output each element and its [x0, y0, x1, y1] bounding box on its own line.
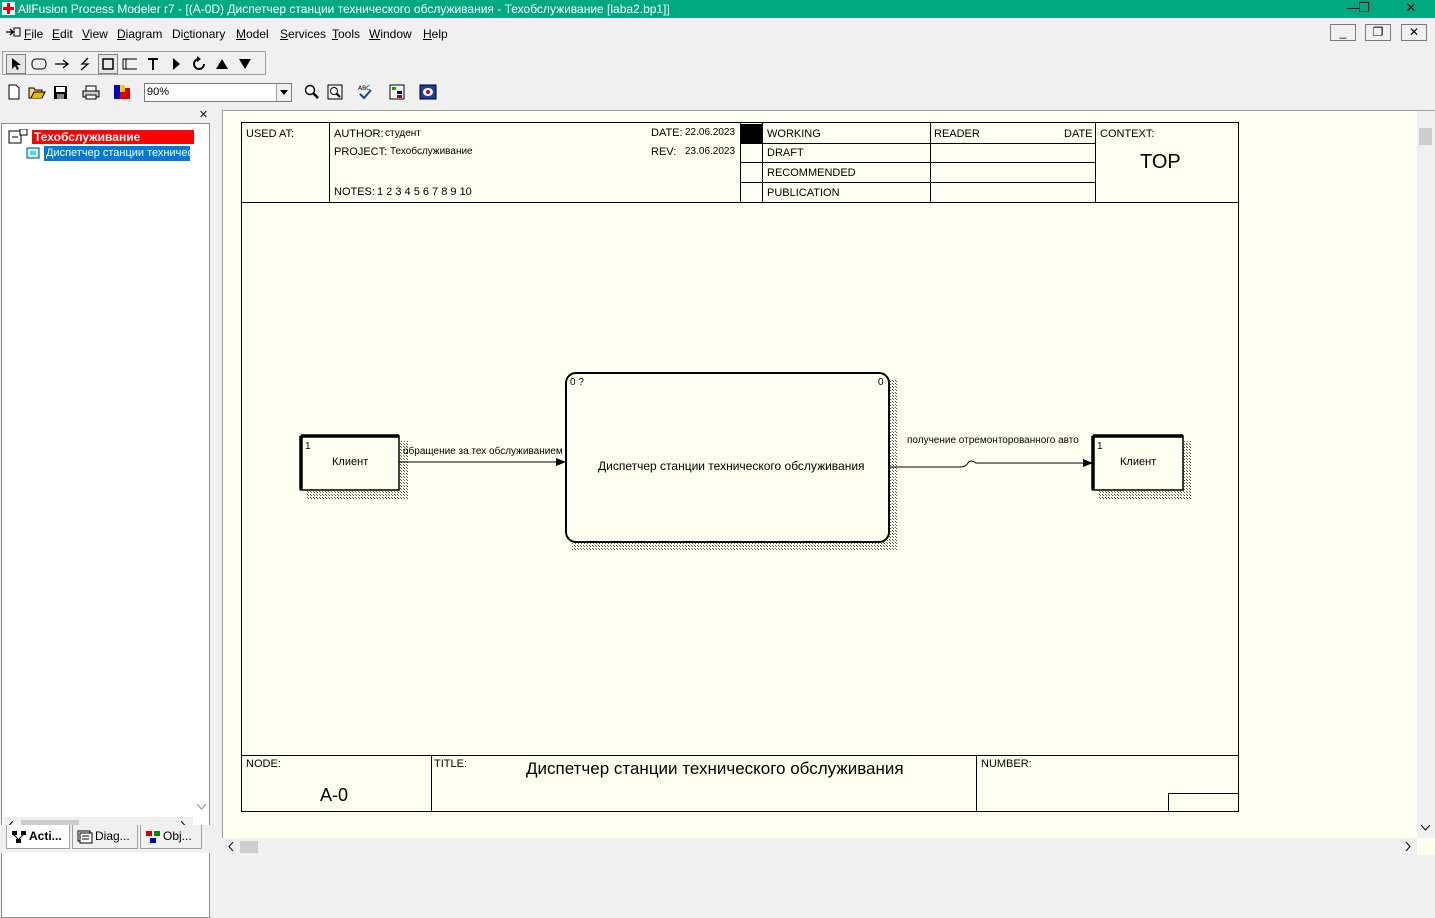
tab-diagrams-label: Diag... [95, 829, 130, 843]
open-file-icon[interactable] [27, 82, 47, 102]
pointer-tool-icon[interactable] [6, 54, 26, 74]
go-to-child-icon[interactable] [166, 54, 186, 74]
standard-toolbar: 90% ABC [0, 79, 460, 105]
panel-close-icon[interactable]: ✕ [197, 110, 210, 122]
save-icon[interactable] [50, 82, 70, 102]
main-activity-box[interactable] [565, 372, 890, 543]
tree-child-label: Диспетчер станции технического обслужива… [44, 146, 190, 161]
canvas-horizontal-scrollbar[interactable] [222, 838, 1417, 855]
menu-model[interactable]: Model [236, 27, 269, 41]
menu-diagram[interactable]: Diagram [117, 27, 162, 41]
tab-objects[interactable]: Obj... [140, 825, 202, 849]
squiggle-tool-icon[interactable] [75, 54, 95, 74]
go-to-parent-icon[interactable] [212, 54, 232, 74]
refresh-icon[interactable] [189, 54, 209, 74]
right-external-number: 1 [1097, 441, 1103, 452]
menu-tools[interactable]: Tools [332, 27, 360, 41]
menu-file[interactable]: File [24, 27, 43, 41]
right-external-label: Клиент [1120, 456, 1157, 468]
mdi-close-button[interactable]: ✕ [1401, 24, 1427, 41]
go-down-icon[interactable] [235, 54, 255, 74]
menu-bar: File Edit View Diagram Dictionary Model … [0, 20, 1435, 46]
tree-vertical-scrollbar[interactable] [193, 166, 210, 820]
chevron-down-icon[interactable] [276, 84, 291, 101]
document-menu-icon[interactable] [5, 27, 21, 37]
diagrams-tab-icon [77, 830, 93, 844]
idef0-sheet: USED AT: AUTHOR: студент PROJECT: Техобс… [241, 122, 1239, 812]
main-box-corner-left: 0 ? [570, 377, 584, 388]
left-external-number: 1 [305, 441, 311, 452]
main-box-corner-right: 0 [878, 377, 884, 388]
tab-activities-label: Acti... [29, 829, 62, 843]
navigator-icon[interactable] [418, 82, 438, 102]
drawing-tools-group [2, 51, 266, 75]
canvas-vertical-scrollbar[interactable] [1417, 111, 1435, 838]
tab-objects-label: Obj... [163, 829, 192, 843]
restore-button[interactable]: ❐ [1341, 0, 1387, 18]
spell-check-icon[interactable]: ABC [355, 82, 375, 102]
scroll-down-icon[interactable] [1421, 825, 1430, 831]
window-titlebar: AllFusion Process Modeler r7 - [(A-0D) Д… [0, 0, 1435, 18]
mdi-minimize-button[interactable]: _ [1330, 24, 1356, 41]
window-title: AllFusion Process Modeler r7 - [(A-0D) Д… [18, 2, 670, 16]
arrow-tool-icon[interactable] [52, 54, 72, 74]
activities-tab-icon [12, 831, 26, 843]
app-icon [2, 2, 15, 15]
tab-activities[interactable]: Acti... [6, 825, 70, 849]
menu-view[interactable]: View [82, 27, 108, 41]
main-box-label: Диспетчер станции технического обслужива… [598, 459, 865, 473]
data-store-tool-icon[interactable] [120, 54, 140, 74]
svg-text:ABC: ABC [358, 85, 370, 92]
activity-node-icon [26, 147, 40, 159]
tab-diagrams[interactable]: Diag... [72, 825, 138, 849]
explorer-tabs: Acti... Diag... Obj... [0, 825, 212, 853]
menu-edit[interactable]: Edit [52, 27, 73, 41]
model-explorer-panel: ✕ Техобслуживание Диспетчер станции техн… [0, 110, 212, 918]
scroll-right-icon[interactable] [1405, 842, 1411, 851]
objects-tab-icon [146, 831, 160, 843]
activity-tree: Техобслуживание Диспетчер станции технич… [1, 123, 210, 918]
model-explorer-icon[interactable] [387, 82, 407, 102]
activity-box-tool-icon[interactable] [29, 54, 49, 74]
tree-root-label: Техобслуживание [32, 130, 194, 144]
output-arrow[interactable] [889, 460, 1087, 468]
color-palette-icon[interactable] [112, 82, 132, 102]
external-reference-tool-icon[interactable] [98, 54, 118, 74]
output-arrow-label: получение отремонторованного авто [907, 435, 1079, 446]
menu-help[interactable]: Help [423, 27, 448, 41]
zoom-in-icon[interactable] [302, 82, 322, 102]
menu-services[interactable]: Services [280, 27, 326, 41]
zoom-select[interactable]: 90% [144, 83, 292, 102]
zoom-fit-icon[interactable] [325, 82, 345, 102]
menu-window[interactable]: Window [369, 27, 412, 41]
input-arrow-label: обращение за тех обслуживанием [403, 446, 563, 457]
text-tool-icon[interactable] [143, 54, 163, 74]
menu-dictionary[interactable]: Dictionary [172, 27, 225, 41]
new-file-icon[interactable] [4, 82, 24, 102]
expand-collapse-icon[interactable] [8, 129, 28, 145]
zoom-value: 90% [147, 86, 170, 98]
left-external-label: Клиент [332, 456, 369, 468]
print-icon[interactable] [81, 82, 101, 102]
drawing-toolbar [0, 49, 270, 75]
scroll-down-icon[interactable] [197, 804, 206, 810]
scroll-thumb[interactable] [240, 841, 258, 853]
close-button[interactable]: ✕ [1388, 0, 1434, 18]
scroll-left-icon[interactable] [228, 842, 234, 851]
scroll-thumb[interactable] [1419, 128, 1432, 145]
mdi-restore-button[interactable]: ❐ [1365, 24, 1391, 41]
